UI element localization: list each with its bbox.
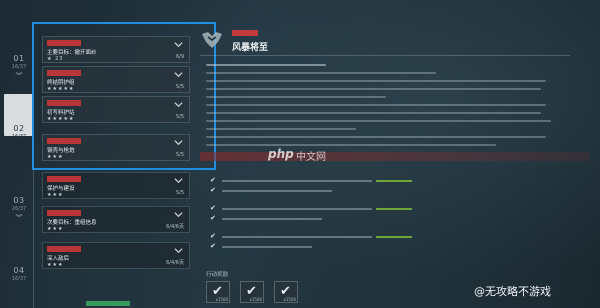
step-progress: 16/37 xyxy=(11,276,27,282)
selection-highlight xyxy=(32,22,216,170)
objective-item: ✔ xyxy=(210,186,440,196)
mission-card[interactable]: 次要目标：重组信息 ★★★ 6/4/6页 xyxy=(42,206,190,233)
step-progress: 16/37 xyxy=(11,64,27,70)
mission-card[interactable]: 保护与建设 ★★★ 5/5 xyxy=(42,172,190,199)
mission-title: 次要目标：重组信息 xyxy=(47,220,97,226)
step-progress: 26/37 xyxy=(11,206,27,212)
mission-card[interactable]: 深入敌后 ★★★ 6/4/6页 xyxy=(42,242,190,269)
reward-quantity: x1500 xyxy=(249,297,262,302)
step-progress: 16/37 xyxy=(11,134,27,140)
chevron-down-icon[interactable] xyxy=(174,246,183,255)
php-watermark: php 中文网 xyxy=(268,146,338,163)
step-number: 01 xyxy=(13,54,25,63)
objective-item: ✔ xyxy=(210,214,440,224)
author-watermark-text: @无攻略不游戏 xyxy=(474,285,551,298)
objective-item: ✔ xyxy=(210,176,440,186)
timeline-step-03[interactable]: 03 26/37 ︾ xyxy=(4,196,34,236)
timeline-step-01[interactable]: 01 16/37 ︾ xyxy=(4,54,34,82)
timeline-step-02[interactable]: 02 16/37 xyxy=(4,94,34,140)
timeline-step-04[interactable]: 04 16/37 xyxy=(4,266,34,294)
reward-label: 行动奖励 xyxy=(206,272,229,278)
step-number: 03 xyxy=(13,196,25,205)
mission-detail-title: 风暴将至 xyxy=(232,43,269,53)
mission-count: 5/5 xyxy=(175,190,184,196)
mission-title: 深入敌后 xyxy=(47,256,70,262)
mission-tag xyxy=(47,246,81,252)
php-logo: php xyxy=(268,147,294,161)
mission-rating: ★★★ xyxy=(47,262,64,268)
mission-title: 保护与建设 xyxy=(47,186,75,192)
php-watermark-text: 中文网 xyxy=(296,152,326,163)
divider xyxy=(200,55,570,56)
reward-item[interactable]: ✔ x1500 xyxy=(240,281,264,303)
mission-tag xyxy=(47,210,81,216)
detail-tag xyxy=(232,30,258,36)
mission-rating: ★★★ xyxy=(47,192,64,198)
timeline-rail: 01 16/37 ︾ 02 16/37 03 26/37 ︾ 04 16/37 xyxy=(4,30,34,308)
reward-item[interactable]: ✔ x1500 xyxy=(206,281,230,303)
faction-emblem-icon xyxy=(202,32,222,48)
mission-tag xyxy=(47,176,81,182)
objective-item: ✔ xyxy=(210,232,440,242)
check-icon: ✔ xyxy=(210,232,216,240)
reward-quantity: x1500 xyxy=(215,297,228,302)
mission-rating: ★★★ xyxy=(47,226,64,232)
mission-count: 6/4/6页 xyxy=(166,224,184,230)
status-chip xyxy=(86,301,130,306)
check-icon: ✔ xyxy=(210,204,216,212)
objective-item: ✔ xyxy=(210,204,440,214)
mission-count: 6/4/6页 xyxy=(166,260,184,266)
reward-quantity: x1500 xyxy=(283,297,296,302)
chevron-down-icon: ︾ xyxy=(15,72,23,80)
check-icon: ✔ xyxy=(210,214,216,222)
objective-item: ✔ xyxy=(210,242,440,252)
author-watermark: @无攻略不游戏 xyxy=(474,280,551,300)
check-icon: ✔ xyxy=(210,242,216,250)
step-number: 02 xyxy=(13,124,25,133)
chevron-down-icon[interactable] xyxy=(174,210,183,219)
objective-warning-band xyxy=(200,152,590,161)
reward-item[interactable]: ✔ x1500 xyxy=(274,281,298,303)
check-icon: ✔ xyxy=(210,176,216,184)
chevron-down-icon: ︾ xyxy=(15,214,23,222)
chevron-down-icon[interactable] xyxy=(174,176,183,185)
step-number: 04 xyxy=(13,266,25,275)
check-icon: ✔ xyxy=(210,186,216,194)
